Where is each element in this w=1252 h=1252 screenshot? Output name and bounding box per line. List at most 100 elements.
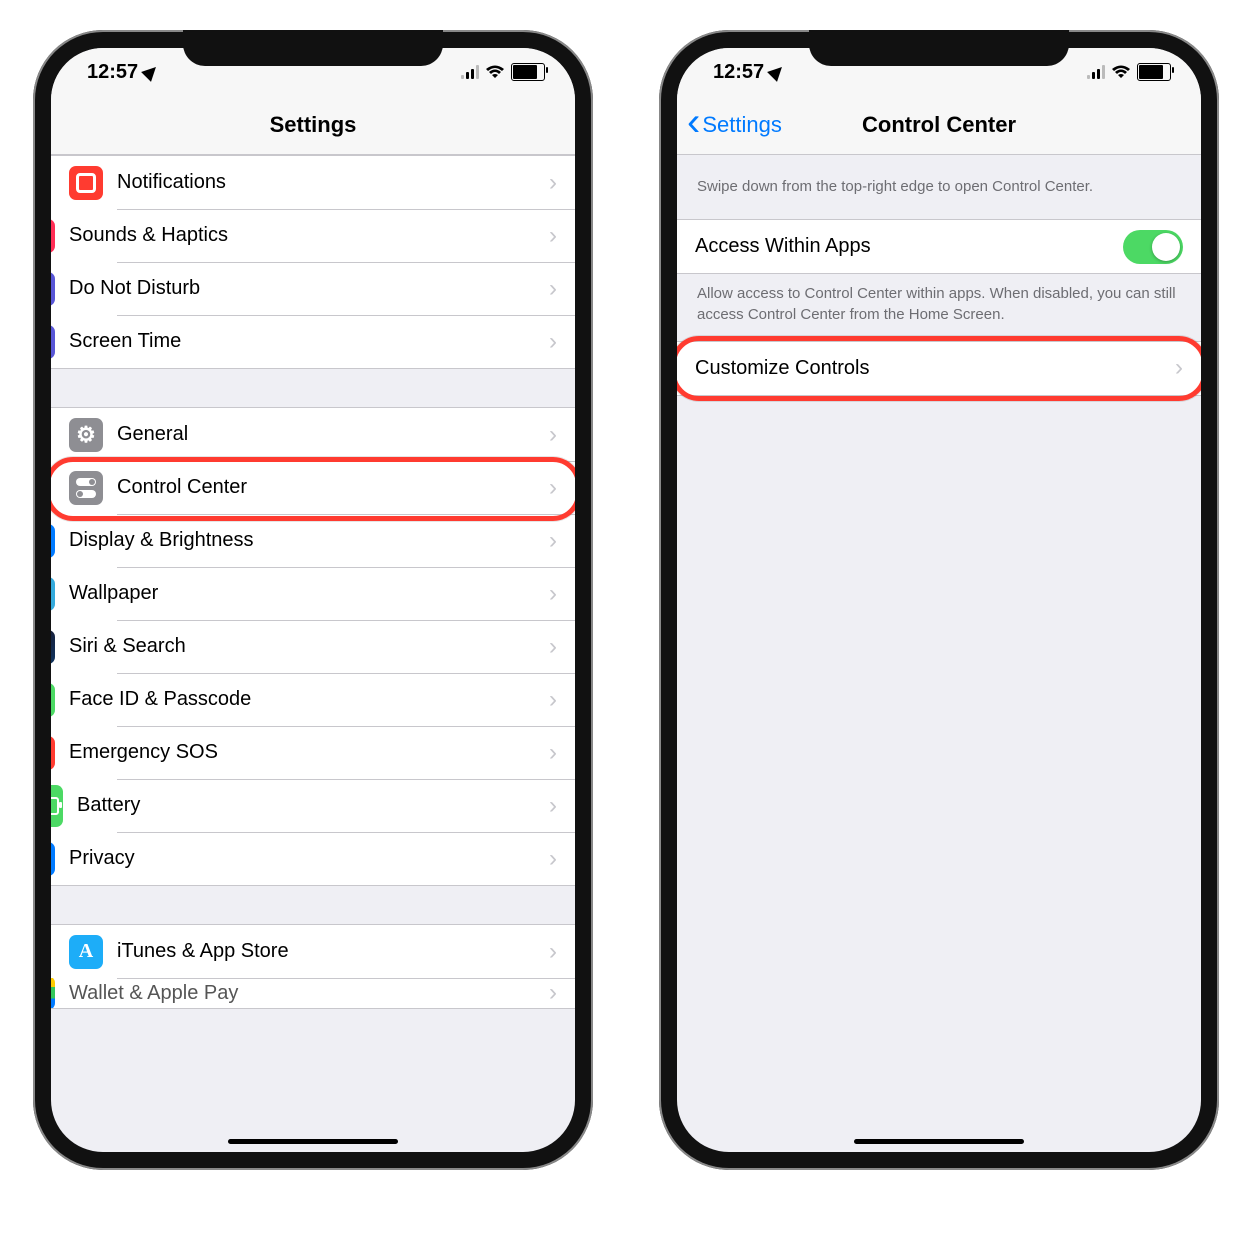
row-label: Battery [77,794,549,817]
notch [809,30,1069,66]
row-label: Notifications [117,171,549,194]
settings-row-wallpaper[interactable]: Wallpaper› [51,567,575,620]
back-label: Settings [702,112,782,138]
chevron-right-icon: › [549,275,557,303]
screen-settings: 12:57 Settings Notifications›Sounds & Ha… [51,48,575,1152]
settings-row-general[interactable]: General› [51,408,575,461]
screen-control-center: 12:57 Settings Control Center Swipe down… [677,48,1201,1152]
sos-icon [51,736,55,770]
row-label: Wallet & Apple Pay [69,982,549,1005]
settings-row-privacy[interactable]: Privacy› [51,832,575,885]
status-left: 12:57 [713,61,784,84]
face-icon [51,683,55,717]
phone-right: 12:57 Settings Control Center Swipe down… [659,30,1219,1170]
notif-icon [69,166,103,200]
wallet-icon [51,978,55,1008]
row-label: Sounds & Haptics [69,224,549,247]
nav-bar: Settings [51,96,575,155]
moon-icon [51,272,55,306]
row-label: Siri & Search [69,635,549,658]
gear-icon [69,418,103,452]
page-title: Settings [270,112,357,138]
settings-row-wallet-apple-pay[interactable]: Wallet & Apple Pay› [51,978,575,1008]
chevron-right-icon: › [549,845,557,873]
cell-signal-icon [461,65,479,79]
battery-icon [511,63,545,81]
access-group: Access Within Apps [677,219,1201,274]
settings-group-3: iTunes & App Store›Wallet & Apple Pay› [51,924,575,1009]
chevron-right-icon: › [549,633,557,661]
back-button[interactable]: Settings [687,112,782,138]
customize-group: Customize Controls › [677,341,1201,396]
settings-list[interactable]: Notifications›Sounds & Haptics›Do Not Di… [51,155,575,1152]
chevron-right-icon: › [549,979,557,1007]
cell-signal-icon [1087,65,1105,79]
sound-icon [51,219,55,253]
chevron-right-icon: › [549,938,557,966]
status-right [461,63,545,81]
chevron-right-icon: › [549,580,557,608]
location-icon [767,62,787,82]
row-label: Display & Brightness [69,529,549,552]
settings-row-do-not-disturb[interactable]: Do Not Disturb› [51,262,575,315]
settings-row-screen-time[interactable]: Screen Time› [51,315,575,368]
row-label: Screen Time [69,330,549,353]
row-label: Do Not Disturb [69,277,549,300]
hint-text: Swipe down from the top-right edge to op… [677,155,1201,219]
cc-icon [69,471,103,505]
settings-row-display-brightness[interactable]: Display & Brightness› [51,514,575,567]
row-label: Access Within Apps [695,235,1123,258]
location-icon [141,62,161,82]
settings-row-battery[interactable]: Battery› [51,779,575,832]
settings-row-notifications[interactable]: Notifications› [51,156,575,209]
settings-group-2: General›Control Center›Display & Brightn… [51,407,575,886]
wifi-icon [1111,65,1131,80]
page-title: Control Center [862,112,1016,138]
status-left: 12:57 [87,61,158,84]
settings-row-face-id-passcode[interactable]: Face ID & Passcode› [51,673,575,726]
settings-row-emergency-sos[interactable]: Emergency SOS› [51,726,575,779]
settings-row-itunes-app-store[interactable]: iTunes & App Store› [51,925,575,978]
wifi-icon [485,65,505,80]
notch [183,30,443,66]
bat-icon [51,785,63,827]
settings-row-sounds-haptics[interactable]: Sounds & Haptics› [51,209,575,262]
status-time: 12:57 [87,61,138,84]
chevron-right-icon: › [549,527,557,555]
row-label: Face ID & Passcode [69,688,549,711]
home-indicator[interactable] [228,1139,398,1144]
chevron-right-icon: › [549,421,557,449]
chevron-right-icon: › [549,739,557,767]
astore-icon [69,935,103,969]
aa-icon [51,524,55,558]
row-label: Customize Controls [695,357,1175,380]
settings-row-control-center[interactable]: Control Center› [51,461,575,514]
hand-icon [51,842,55,876]
siri-icon [51,630,55,664]
chevron-right-icon: › [549,328,557,356]
control-center-content[interactable]: Swipe down from the top-right edge to op… [677,155,1201,1152]
battery-icon [1137,63,1171,81]
home-indicator[interactable] [854,1139,1024,1144]
toggle-footer: Allow access to Control Center within ap… [677,274,1201,335]
chevron-right-icon: › [549,169,557,197]
access-toggle[interactable] [1123,230,1183,264]
chevron-right-icon: › [549,222,557,250]
row-label: Control Center [117,476,549,499]
status-time: 12:57 [713,61,764,84]
chevron-right-icon: › [549,474,557,502]
status-right [1087,63,1171,81]
settings-row-siri-search[interactable]: Siri & Search› [51,620,575,673]
row-label: Privacy [69,847,549,870]
settings-group-1: Notifications›Sounds & Haptics›Do Not Di… [51,155,575,369]
nav-bar: Settings Control Center [677,96,1201,155]
row-label: iTunes & App Store [117,940,549,963]
customize-controls-row[interactable]: Customize Controls › [677,342,1201,395]
flower-icon [51,577,55,611]
access-within-apps-row[interactable]: Access Within Apps [677,220,1201,273]
hour-icon [51,325,55,359]
chevron-right-icon: › [549,686,557,714]
row-label: Wallpaper [69,582,549,605]
row-label: Emergency SOS [69,741,549,764]
phone-left: 12:57 Settings Notifications›Sounds & Ha… [33,30,593,1170]
